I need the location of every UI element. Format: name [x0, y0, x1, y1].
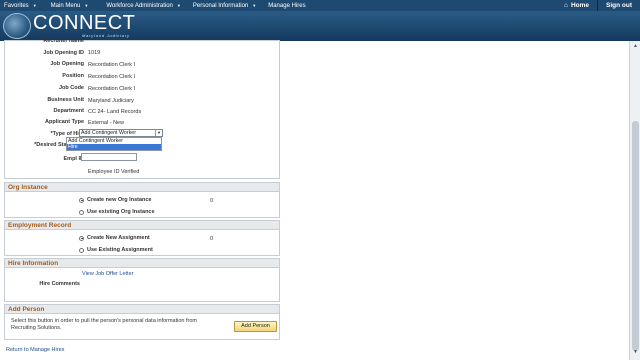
nav-favorites[interactable]: Favorites ▼: [0, 3, 37, 9]
empl-id-label: Empl ID: [63, 156, 84, 162]
use-org-instance-label: Use existing Org Instance: [87, 209, 155, 215]
job-code-label: Job Code: [58, 85, 84, 91]
job-opening-id-label: Job Opening ID: [43, 50, 84, 56]
job-details-panel: Recruiter Name Job Opening ID 1019 Job O…: [4, 38, 280, 179]
scroll-up-icon[interactable]: ▲: [631, 43, 640, 52]
nav-main-menu-label: Main Menu: [50, 2, 81, 9]
nav-favorites-label: Favorites: [4, 2, 29, 9]
applicant-type-label: Applicant Type: [44, 119, 84, 125]
home-label: Home: [570, 2, 589, 9]
employment-record-panel: Employment Record Create New Assignment …: [4, 220, 280, 256]
nav-right-group: ⌂ Home Sign out: [556, 0, 640, 11]
employment-record-title: Employment Record: [5, 221, 279, 230]
nav-manage-hires-label: Manage Hires: [268, 2, 306, 9]
signout-link[interactable]: Sign out: [598, 2, 640, 9]
chevron-down-icon: ▼: [84, 3, 89, 8]
add-person-description: Select this button in order to pull the …: [11, 318, 198, 331]
top-nav-bar: Favorites ▼ Main Menu ▼ Workforce Administ…: [0, 0, 640, 11]
department-value: CC 24- Land Records: [88, 109, 142, 115]
nav-manage-hires[interactable]: Manage Hires: [264, 3, 305, 9]
type-of-hire-dropdown-list: Add Contingent Worker Hire: [66, 137, 162, 151]
business-unit-label: Business Unit: [47, 97, 84, 103]
brand-subtitle: Maryland Judiciary: [82, 33, 130, 38]
chevron-down-icon: ▼: [176, 3, 181, 8]
nav-main-menu[interactable]: Main Menu ▼: [47, 3, 89, 9]
job-opening-label: Job Opening: [50, 61, 84, 67]
add-person-panel: Add Person Select this button in order t…: [4, 304, 280, 340]
hire-information-panel: Hire Information View Job Offer Letter H…: [4, 258, 280, 302]
type-of-hire-select[interactable]: Add Contingent Worker ▼: [79, 129, 163, 137]
job-opening-id-value: 1019: [88, 50, 101, 56]
type-of-hire-selected: Add Contingent Worker: [81, 130, 136, 136]
applicant-type-value: External - New: [88, 120, 125, 126]
empl-id-input[interactable]: [81, 153, 137, 161]
nav-personal-information[interactable]: Personal Information ▼: [189, 3, 256, 9]
view-job-offer-link[interactable]: View Job Offer Letter: [82, 271, 133, 277]
brand-logo-icon: [3, 13, 31, 39]
use-assignment-option[interactable]: Use Existing Assignment: [79, 247, 153, 253]
radio-icon[interactable]: [79, 209, 84, 215]
nav-workforce-administration[interactable]: Workforce Administration ▼: [102, 3, 181, 9]
department-label: Department: [53, 108, 84, 114]
return-to-manage-hires-link[interactable]: Return to Manage Hires: [6, 347, 64, 353]
business-unit-value: Maryland Judiciary: [88, 98, 134, 104]
add-person-button[interactable]: Add Person: [234, 321, 277, 332]
empl-id-status: Employee ID Verified: [88, 169, 140, 175]
create-assignment-label: Create New Assignment: [87, 235, 150, 241]
vertical-scrollbar[interactable]: ▲ ▼: [629, 41, 640, 360]
add-person-title: Add Person: [5, 305, 279, 314]
org-instance-count: 0: [210, 198, 214, 204]
use-org-instance-option[interactable]: Use existing Org Instance: [79, 209, 155, 215]
hire-comments-label: Hire Comments: [39, 281, 80, 287]
position-label: Position: [62, 73, 84, 79]
create-org-instance-option[interactable]: Create new Org Instance: [79, 197, 152, 203]
radio-selected-icon[interactable]: [79, 235, 84, 241]
hire-information-title: Hire Information: [5, 259, 279, 268]
radio-icon[interactable]: [79, 247, 84, 253]
chevron-down-icon: ▼: [252, 3, 257, 8]
scroll-down-icon[interactable]: ▼: [631, 349, 640, 358]
org-instance-title: Org Instance: [5, 183, 279, 192]
signout-label: Sign out: [606, 2, 632, 9]
job-code-value: Recordation Clerk I: [88, 86, 136, 92]
use-assignment-label: Use Existing Assignment: [87, 247, 153, 253]
org-instance-panel: Org Instance Create new Org Instance 0 U…: [4, 182, 280, 218]
create-assignment-option[interactable]: Create New Assignment: [79, 235, 150, 241]
chevron-down-icon: ▼: [32, 3, 37, 8]
scroll-thumb[interactable]: [632, 121, 639, 351]
create-org-instance-label: Create new Org Instance: [87, 197, 152, 203]
chevron-down-icon[interactable]: ▼: [155, 130, 162, 136]
radio-selected-icon[interactable]: [79, 197, 84, 203]
position-value: Recordation Clerk I: [88, 74, 136, 80]
job-opening-value: Recordation Clerk I: [88, 62, 136, 68]
home-link[interactable]: ⌂ Home: [556, 2, 597, 9]
nav-workforce-label: Workforce Administration: [106, 2, 173, 9]
recruiter-label: Recruiter Name: [43, 38, 84, 44]
nav-personal-label: Personal Information: [192, 2, 249, 9]
brand-name: CONNECT: [33, 12, 136, 34]
employment-record-count: 0: [210, 236, 214, 242]
home-icon: ⌂: [564, 2, 568, 9]
type-of-hire-option-highlighted[interactable]: Hire: [67, 144, 161, 150]
